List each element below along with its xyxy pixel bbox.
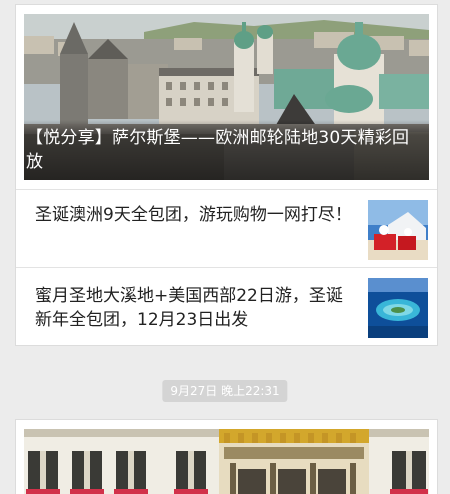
message-timestamp: 9月27日 晚上22:31 (162, 380, 288, 402)
cover-article[interactable]: 【悦分享】萨尔斯堡——欧洲邮轮陆地30天精彩回放 (24, 14, 429, 180)
list-item-article[interactable]: 蜜月圣地大溪地+美国西部22日游，圣诞新年全包团，12月23日出发 (16, 267, 437, 347)
cover-article[interactable] (24, 429, 429, 494)
list-item-article[interactable]: 圣诞澳洲9天全包团，游玩购物一网打尽！ (16, 189, 437, 267)
article-thumbnail (368, 200, 428, 260)
article-title: 蜜月圣地大溪地+美国西部22日游，圣诞新年全包团，12月23日出发 (35, 286, 343, 330)
cover-article-title: 【悦分享】萨尔斯堡——欧洲邮轮陆地30天精彩回放 (24, 120, 429, 180)
golden-roof-building-image (24, 429, 429, 494)
santa-beach-thumbnail (368, 200, 428, 260)
island-lagoon-thumbnail (368, 278, 428, 338)
article-card: 【悦分享】萨尔斯堡——欧洲邮轮陆地30天精彩回放 圣诞澳洲9天全包团，游玩购物一… (15, 4, 438, 346)
chat-feed: 【悦分享】萨尔斯堡——欧洲邮轮陆地30天精彩回放 圣诞澳洲9天全包团，游玩购物一… (0, 0, 450, 494)
article-thumbnail (368, 278, 428, 338)
article-card (15, 419, 438, 494)
article-title: 圣诞澳洲9天全包团，游玩购物一网打尽！ (35, 205, 352, 225)
